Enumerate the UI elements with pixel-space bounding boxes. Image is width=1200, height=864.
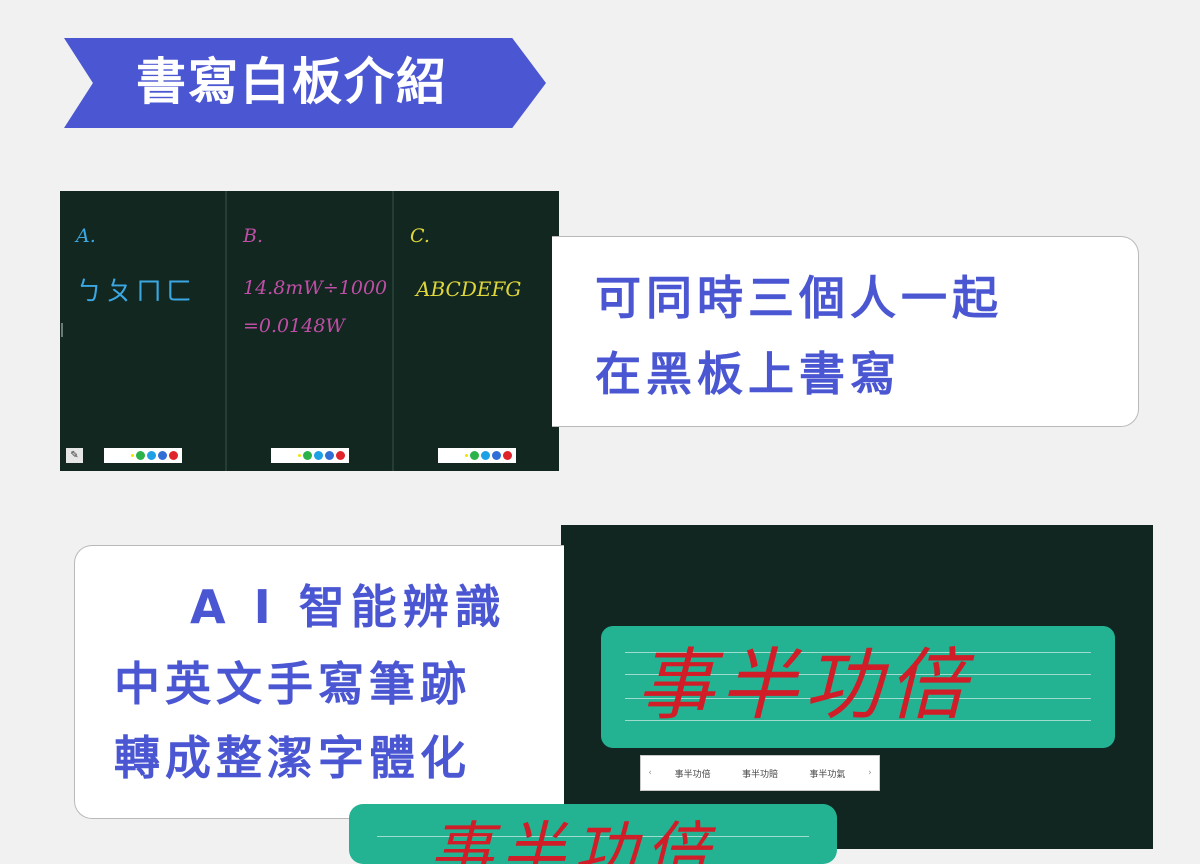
board-label: C. (410, 225, 430, 247)
board-label: A. (76, 225, 96, 247)
color-blue-icon[interactable] (158, 451, 167, 460)
color-blue-icon[interactable] (492, 451, 501, 460)
board-label: B. (243, 225, 264, 247)
color-red-icon[interactable] (336, 451, 345, 460)
feature-text: 轉成整潔字體化 (114, 731, 471, 785)
recognition-suggestions: ‹ 事半功倍 事半功賠 事半功氣 › (640, 755, 880, 791)
color-green-icon[interactable] (303, 451, 312, 460)
color-palette[interactable] (271, 448, 349, 463)
page-title: 書寫白板介紹 (136, 53, 448, 111)
color-yellow-icon[interactable] (298, 454, 301, 457)
color-green-icon[interactable] (136, 451, 145, 460)
suggestion-option[interactable]: 事半功氣 (794, 767, 861, 780)
board-panel-c[interactable]: C. ABCDEFG (394, 191, 559, 471)
board-handwriting: ㄅㄆㄇㄈ (76, 277, 197, 307)
multi-board-screenshot: A. ㄅㄆㄇㄈ ✎ B. 14.8mW÷1000 =0.0148W C. ABC… (60, 191, 559, 471)
board-handwriting: 14.8mW÷1000 (243, 277, 388, 299)
board-panel-b[interactable]: B. 14.8mW÷1000 =0.0148W (227, 191, 394, 471)
suggestion-option[interactable]: 事半功倍 (659, 767, 726, 780)
prev-arrow-icon[interactable]: ‹ (641, 768, 659, 778)
color-palette[interactable] (104, 448, 182, 463)
board-panel-a[interactable]: A. ㄅㄆㄇㄈ ✎ (60, 191, 227, 471)
feature-text: 在黑板上書寫 (595, 347, 901, 401)
feature-text: 可同時三個人一起 (595, 271, 1003, 325)
next-arrow-icon[interactable]: › (861, 768, 879, 778)
feature-text: A I 智能辨識 (190, 580, 507, 634)
color-yellow-icon[interactable] (131, 454, 134, 457)
color-red-icon[interactable] (503, 451, 512, 460)
recognized-result-pad: 事半功倍 (349, 804, 837, 864)
color-green-icon[interactable] (470, 451, 479, 460)
color-cyan-icon[interactable] (481, 451, 490, 460)
color-palette[interactable] (438, 448, 516, 463)
handwritten-input: 事半功倍 (636, 641, 973, 731)
feature-text: 中英文手寫筆跡 (114, 657, 471, 711)
color-cyan-icon[interactable] (147, 451, 156, 460)
panel-edge-handle[interactable] (61, 323, 63, 337)
color-blue-icon[interactable] (325, 451, 334, 460)
color-cyan-icon[interactable] (314, 451, 323, 460)
board-handwriting: ABCDEFG (416, 277, 522, 301)
eraser-icon[interactable]: ✎ (66, 448, 83, 463)
color-yellow-icon[interactable] (465, 454, 468, 457)
recognized-text: 事半功倍 (429, 816, 717, 864)
color-red-icon[interactable] (169, 451, 178, 460)
suggestion-option[interactable]: 事半功賠 (726, 767, 793, 780)
board-handwriting: =0.0148W (243, 315, 345, 337)
